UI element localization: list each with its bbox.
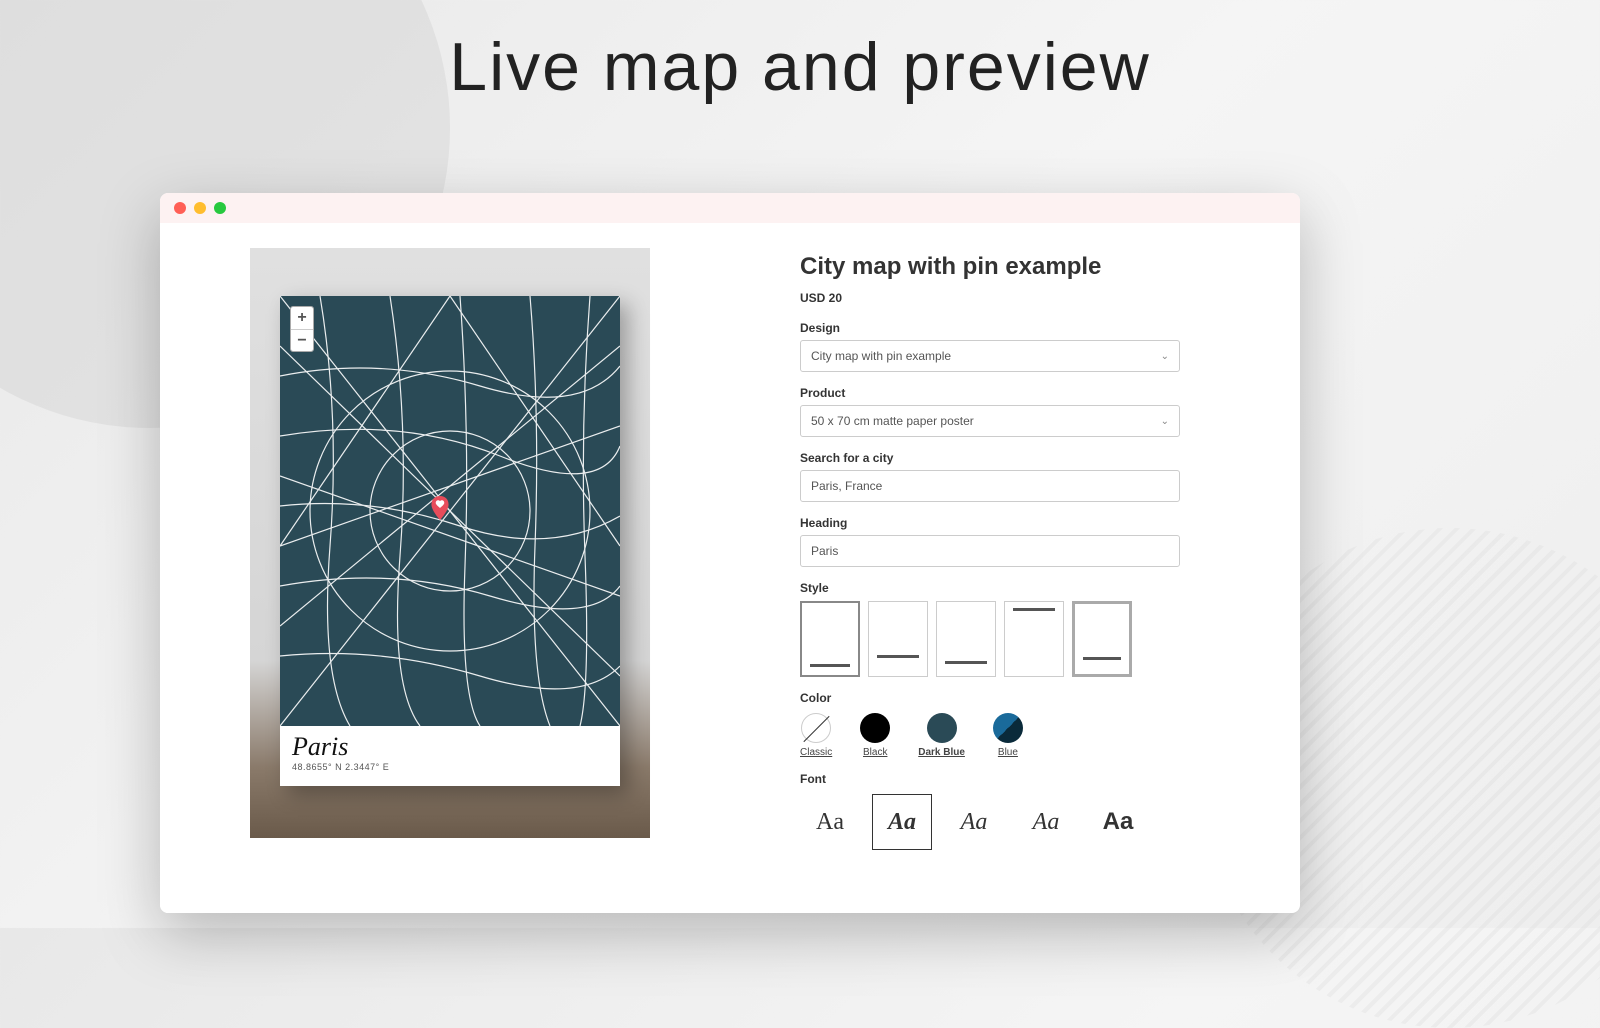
poster-coordinates: 48.8655° N 2.3447° E <box>292 762 608 772</box>
color-blue-label: Blue <box>998 747 1018 758</box>
color-darkblue[interactable]: Dark Blue <box>918 713 965 758</box>
chevron-down-icon: ⌄ <box>1161 416 1169 427</box>
font-option-4[interactable]: Aa <box>1016 794 1076 850</box>
maximize-icon[interactable] <box>214 202 226 214</box>
style-option-1[interactable] <box>800 601 860 677</box>
product-price: USD 20 <box>800 291 1180 305</box>
app-window: + − Paris 48.8655° N 2.3447° E <box>160 193 1300 913</box>
swatch-darkblue-icon <box>927 713 957 743</box>
chevron-down-icon: ⌄ <box>1161 351 1169 362</box>
design-label: Design <box>800 321 1180 335</box>
heading-label: Heading <box>800 516 1180 530</box>
color-black[interactable]: Black <box>860 713 890 758</box>
window-content: + − Paris 48.8655° N 2.3447° E <box>160 223 1300 913</box>
font-option-1[interactable]: Aa <box>800 794 860 850</box>
heading-input[interactable]: Paris <box>800 535 1180 567</box>
style-option-2[interactable] <box>868 601 928 677</box>
color-black-label: Black <box>863 747 887 758</box>
color-options: Classic Black Dark Blue Blue <box>800 713 1180 758</box>
swatch-blue-icon <box>993 713 1023 743</box>
heading-value: Paris <box>811 544 838 558</box>
map-canvas[interactable]: + − <box>280 296 620 726</box>
poster-stage: + − Paris 48.8655° N 2.3447° E <box>250 248 650 838</box>
font-options: Aa Aa Aa Aa Aa <box>800 794 1180 850</box>
product-value: 50 x 70 cm matte paper poster <box>811 414 974 428</box>
window-titlebar <box>160 193 1300 223</box>
search-label: Search for a city <box>800 451 1180 465</box>
heart-pin-icon[interactable] <box>428 496 452 520</box>
color-label: Color <box>800 691 1180 705</box>
color-classic-label: Classic <box>800 747 832 758</box>
config-pane: City map with pin example USD 20 Design … <box>660 223 1300 913</box>
poster-footer: Paris 48.8655° N 2.3447° E <box>280 726 620 786</box>
font-label: Font <box>800 772 1180 786</box>
city-search-input[interactable]: Paris, France <box>800 470 1180 502</box>
font-option-2[interactable]: Aa <box>872 794 932 850</box>
poster-preview: + − Paris 48.8655° N 2.3447° E <box>280 296 620 786</box>
preview-pane: + − Paris 48.8655° N 2.3447° E <box>160 223 660 913</box>
zoom-in-button[interactable]: + <box>291 307 313 329</box>
color-classic[interactable]: Classic <box>800 713 832 758</box>
zoom-out-button[interactable]: − <box>291 329 313 351</box>
zoom-controls: + − <box>290 306 314 352</box>
close-icon[interactable] <box>174 202 186 214</box>
style-options <box>800 601 1180 677</box>
design-value: City map with pin example <box>811 349 951 363</box>
poster-city-name: Paris <box>292 732 608 762</box>
product-label: Product <box>800 386 1180 400</box>
search-value: Paris, France <box>811 479 882 493</box>
style-option-4[interactable] <box>1004 601 1064 677</box>
style-option-3[interactable] <box>936 601 996 677</box>
font-option-5[interactable]: Aa <box>1088 794 1148 850</box>
product-title: City map with pin example <box>800 253 1180 281</box>
minimize-icon[interactable] <box>194 202 206 214</box>
swatch-black-icon <box>860 713 890 743</box>
style-label: Style <box>800 581 1180 595</box>
swatch-classic-icon <box>801 713 831 743</box>
design-select[interactable]: City map with pin example ⌄ <box>800 340 1180 372</box>
page-title: Live map and preview <box>0 28 1600 106</box>
color-blue[interactable]: Blue <box>993 713 1023 758</box>
style-option-5[interactable] <box>1072 601 1132 677</box>
product-select[interactable]: 50 x 70 cm matte paper poster ⌄ <box>800 405 1180 437</box>
font-option-3[interactable]: Aa <box>944 794 1004 850</box>
color-darkblue-label: Dark Blue <box>918 747 965 758</box>
